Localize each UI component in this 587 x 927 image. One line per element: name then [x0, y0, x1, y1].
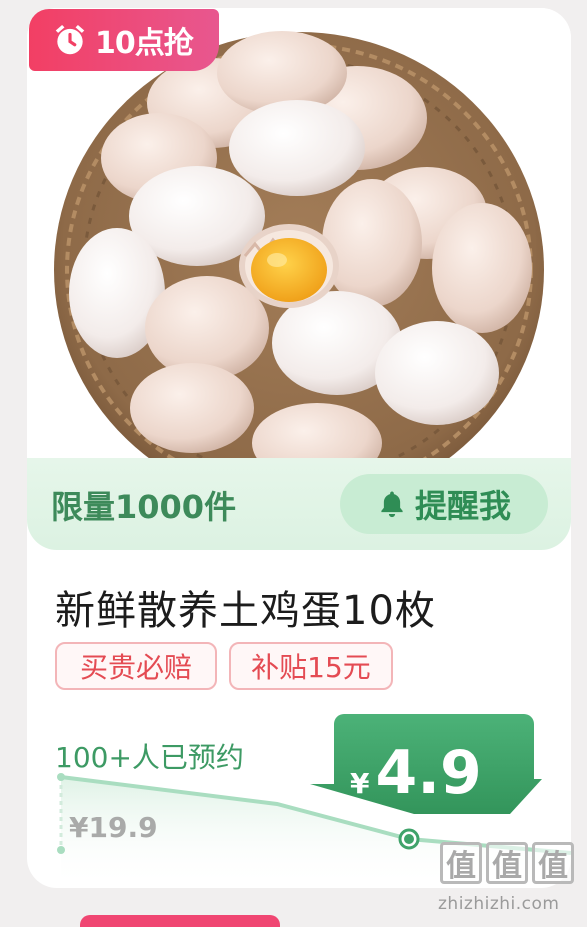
current-price: ¥ 4.9 [350, 738, 482, 808]
alarm-clock-icon [55, 24, 85, 55]
remind-button[interactable]: 提醒我 [340, 474, 548, 534]
origin-point [57, 773, 65, 781]
badge-label: 10点抢 [95, 26, 194, 61]
watermark-char: 值 [532, 842, 574, 884]
eggs-basket-image [54, 31, 544, 458]
origin-base-point [57, 846, 65, 854]
watermark-char: 值 [486, 842, 528, 884]
price-value: 4.9 [375, 738, 482, 808]
limit-bar: 限量1000件 提醒我 [27, 458, 571, 550]
watermark-url: zhizhizhi.com [438, 894, 560, 914]
remind-label: 提醒我 [414, 487, 511, 525]
product-image[interactable] [27, 8, 571, 458]
watermark-char: 值 [440, 842, 482, 884]
next-card-peek [80, 915, 280, 927]
product-title[interactable]: 新鲜散养土鸡蛋10枚 [55, 578, 436, 636]
watermark-logo: 值 值 值 [440, 842, 574, 884]
bell-icon [381, 491, 403, 518]
currency-symbol: ¥ [350, 767, 370, 800]
limit-text: 限量1000件 [51, 488, 237, 526]
time-badge: 10点抢 [29, 9, 219, 71]
tag-guarantee: 买贵必赔 [55, 642, 217, 690]
tag-subsidy: 补贴15元 [229, 642, 393, 690]
product-card[interactable]: 限量1000件 提醒我 新鲜散养土鸡蛋10枚 买贵必赔 补贴15元 100+人已… [27, 8, 571, 888]
current-point-core [404, 834, 414, 844]
original-price: ¥19.9 [69, 811, 158, 844]
